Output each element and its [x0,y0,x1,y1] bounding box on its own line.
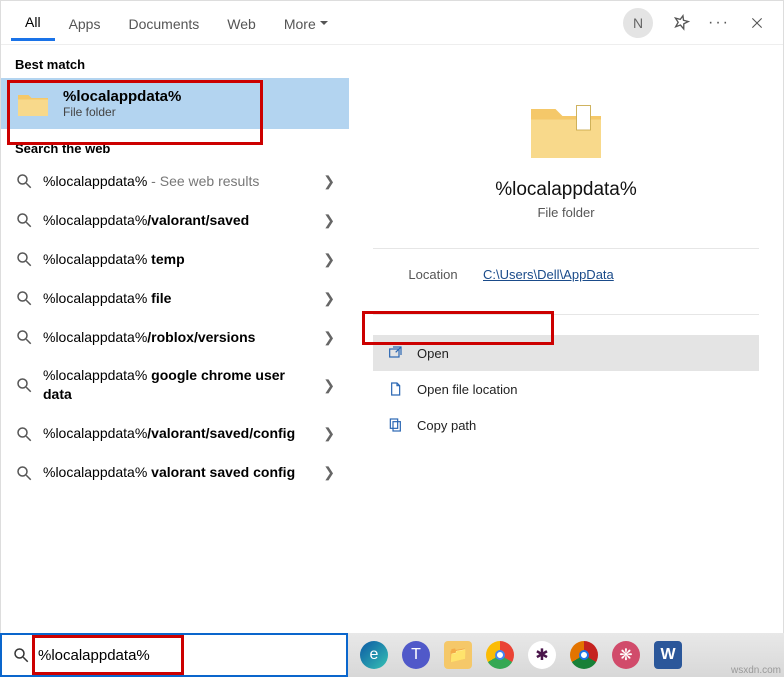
web-result-text: %localappdata% - See web results [43,172,313,191]
user-avatar[interactable]: N [623,8,653,38]
action-open[interactable]: Open [373,335,759,371]
tab-all[interactable]: All [11,4,55,41]
feedback-icon[interactable] [671,13,691,33]
chevron-right-icon: ❯ [323,464,335,481]
taskbar-explorer-icon[interactable]: 📁 [444,641,472,669]
web-result-text: %localappdata% valorant saved config [43,463,313,482]
action-copy-path[interactable]: Copy path [373,407,759,443]
action-open-location[interactable]: Open file location [373,371,759,407]
search-box[interactable] [0,633,348,677]
search-icon [15,250,33,268]
search-icon [15,425,33,443]
preview-title: %localappdata% [373,179,759,201]
action-copy-path-label: Copy path [417,418,476,433]
web-result-text: %localappdata%/valorant/saved [43,211,313,230]
web-result-text: %localappdata%/valorant/saved/config [43,424,313,443]
web-result[interactable]: %localappdata%/roblox/versions ❯ [1,318,349,357]
web-result[interactable]: %localappdata%/valorant/saved ❯ [1,201,349,240]
taskbar-chrome-icon[interactable] [486,641,514,669]
file-location-icon [387,381,403,397]
taskbar-app-icon[interactable]: ❋ [612,641,640,669]
watermark: wsxdn.com [731,665,781,676]
taskbar-teams-icon[interactable]: T [402,641,430,669]
web-result-text: %localappdata% temp [43,250,313,269]
action-open-label: Open [417,346,449,361]
search-icon [15,464,33,482]
web-result-text: %localappdata% file [43,289,313,308]
web-result-text: %localappdata% google chrome user data [43,366,313,404]
action-open-location-label: Open file location [417,382,517,397]
preview-subtitle: File folder [373,205,759,220]
search-icon [15,172,33,190]
chevron-right-icon: ❯ [323,173,335,190]
chevron-right-icon: ❯ [323,377,335,394]
web-result[interactable]: %localappdata% valorant saved config ❯ [1,453,349,492]
chevron-right-icon: ❯ [323,425,335,442]
copy-icon [387,417,403,433]
chevron-right-icon: ❯ [323,212,335,229]
taskbar-chrome-canary-icon[interactable] [570,641,598,669]
search-icon [15,211,33,229]
chevron-right-icon: ❯ [323,329,335,346]
best-match-title: %localappdata% [63,88,181,105]
taskbar-word-icon[interactable]: W [654,641,682,669]
tab-more[interactable]: More [270,6,342,40]
best-match-subtitle: File folder [63,105,181,119]
folder-icon [15,89,51,119]
chevron-right-icon: ❯ [323,251,335,268]
web-result[interactable]: %localappdata% temp ❯ [1,240,349,279]
search-icon [15,376,33,394]
divider [373,248,759,249]
open-icon [387,345,403,361]
section-best-match: Best match [1,45,349,78]
divider [373,314,759,315]
taskbar-edge-icon[interactable]: e [360,641,388,669]
section-search-web: Search the web [1,129,349,162]
search-input[interactable] [38,647,336,664]
web-result[interactable]: %localappdata% google chrome user data ❯ [1,356,349,414]
search-icon [12,646,30,664]
location-label: Location [383,267,483,282]
options-icon[interactable]: ··· [709,13,729,33]
tab-apps[interactable]: Apps [55,6,115,40]
tab-documents[interactable]: Documents [114,6,213,40]
search-icon [15,328,33,346]
web-result[interactable]: %localappdata% file ❯ [1,279,349,318]
taskbar: e T 📁 ✱ ❋ W [348,633,784,677]
web-result-text: %localappdata%/roblox/versions [43,328,313,347]
chevron-right-icon: ❯ [323,290,335,307]
web-result[interactable]: %localappdata% - See web results ❯ [1,162,349,201]
web-result[interactable]: %localappdata%/valorant/saved/config ❯ [1,414,349,453]
taskbar-slack-icon[interactable]: ✱ [528,641,556,669]
folder-icon-large [524,95,608,165]
close-icon[interactable] [747,13,767,33]
tab-web[interactable]: Web [213,6,270,40]
location-link[interactable]: C:\Users\Dell\AppData [483,267,614,282]
best-match-result[interactable]: %localappdata% File folder [1,78,349,129]
search-icon [15,289,33,307]
